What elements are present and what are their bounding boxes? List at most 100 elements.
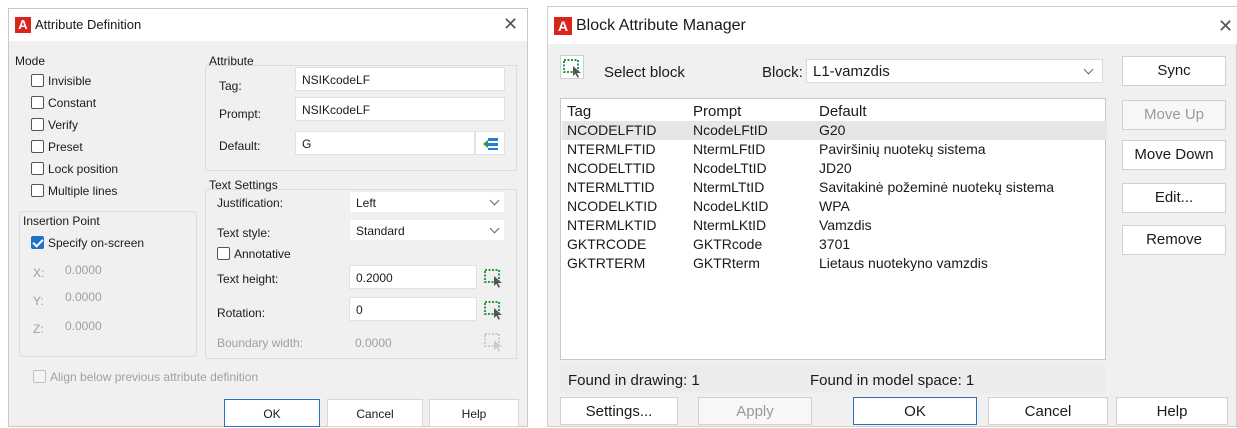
found-in-drawing-text: Found in drawing: 1 (568, 372, 700, 389)
row-default: Savitakinė požeminė nuotekų sistema (819, 179, 1055, 195)
pick-height-button[interactable] (483, 267, 505, 289)
justification-dropdown[interactable]: Left (349, 191, 505, 213)
text-style-dropdown[interactable]: Standard (349, 219, 505, 241)
row-default: Vamzdis (819, 217, 872, 233)
x-label: X: (33, 266, 45, 280)
preset-label: Preset (48, 140, 83, 154)
row-tag: NTERMLFTID (567, 141, 656, 157)
row-default: 3701 (819, 236, 851, 252)
default-input[interactable]: G (295, 131, 475, 155)
row-prompt: GKTRcode (693, 236, 763, 252)
lock-position-checkbox[interactable] (31, 162, 44, 175)
specify-on-screen-row[interactable]: Specify on-screen (31, 235, 181, 251)
text-style-label: Text style: (217, 226, 271, 240)
autocad-app-icon: A (15, 17, 31, 33)
verify-checkbox-row[interactable]: Verify (31, 117, 181, 133)
table-row[interactable]: NCODELFTID NcodeLFtID G20 (562, 121, 1107, 140)
chevron-down-icon (489, 195, 500, 206)
attribute-heading: Attribute (209, 54, 254, 68)
cancel-button[interactable]: Cancel (988, 397, 1108, 425)
align-below-checkbox[interactable] (33, 370, 46, 383)
row-tag: NCODELKTID (567, 198, 658, 214)
align-below-row[interactable]: Align below previous attribute definitio… (33, 369, 293, 385)
multiple-lines-checkbox-row[interactable]: Multiple lines (31, 183, 181, 199)
lock-position-checkbox-row[interactable]: Lock position (31, 161, 181, 177)
multiple-lines-checkbox[interactable] (31, 184, 44, 197)
table-row[interactable]: NTERMLTTID NtermLTtID Savitakinė požemin… (562, 178, 1107, 197)
help-button[interactable]: Help (429, 399, 519, 427)
text-style-value: Standard (356, 224, 405, 238)
invisible-checkbox-row[interactable]: Invisible (31, 73, 181, 89)
invisible-checkbox[interactable] (31, 74, 44, 87)
multiple-lines-label: Multiple lines (48, 184, 118, 198)
dialog-title: Block Attribute Manager (576, 17, 746, 34)
x-value: 0.0000 (65, 263, 102, 277)
row-prompt: GKTRterm (693, 255, 760, 271)
table-row[interactable]: NCODELKTID NcodeLKtID WPA (562, 197, 1107, 216)
dialog-titlebar[interactable]: A Block Attribute Manager ✕ (548, 7, 1237, 44)
close-icon[interactable]: ✕ (1218, 16, 1233, 37)
row-tag: NTERMLKTID (567, 217, 657, 233)
help-button[interactable]: Help (1116, 397, 1228, 425)
preset-checkbox-row[interactable]: Preset (31, 139, 181, 155)
row-default: Paviršinių nuotekų sistema (819, 141, 986, 157)
row-default: WPA (819, 198, 850, 214)
pick-rotation-button[interactable] (483, 299, 505, 321)
edit-button[interactable]: Edit... (1122, 183, 1226, 213)
verify-checkbox[interactable] (31, 118, 44, 131)
justification-label: Justification: (217, 196, 284, 210)
ok-button[interactable]: OK (853, 397, 977, 425)
found-in-model-space-text: Found in model space: 1 (810, 372, 975, 389)
annotative-row[interactable]: Annotative (217, 246, 337, 262)
insertion-point-group (19, 211, 197, 357)
ok-button[interactable]: OK (224, 399, 320, 427)
attribute-list[interactable]: Tag Prompt Default NCODELFTID NcodeLFtID… (560, 98, 1107, 360)
cancel-button[interactable]: Cancel (327, 399, 423, 427)
move-up-button[interactable]: Move Up (1122, 100, 1226, 130)
tag-label: Tag: (219, 79, 242, 93)
block-dropdown[interactable]: L1-vamzdis (806, 59, 1103, 83)
tag-input[interactable]: NSIKcodeLF (295, 67, 505, 91)
table-row[interactable]: GKTRTERM GKTRterm Lietaus nuotekyno vamz… (562, 254, 1107, 273)
text-height-input[interactable]: 0.2000 (349, 265, 477, 289)
select-block-button[interactable] (560, 55, 584, 79)
move-down-button[interactable]: Move Down (1122, 140, 1226, 170)
justification-value: Left (356, 196, 377, 210)
mode-group: Invisible Constant Verify Preset Lock po… (31, 73, 191, 203)
column-header-default[interactable]: Default (819, 103, 867, 120)
align-below-label: Align below previous attribute definitio… (50, 370, 259, 384)
block-label: Block: (762, 64, 803, 81)
annotative-label: Annotative (234, 247, 291, 261)
table-row[interactable]: NTERMLFTID NtermLFtID Paviršinių nuotekų… (562, 140, 1107, 159)
specify-on-screen-checkbox[interactable] (31, 236, 44, 249)
table-row[interactable]: NTERMLKTID NtermLKtID Vamzdis (562, 216, 1107, 235)
y-value: 0.0000 (65, 290, 102, 304)
invisible-label: Invisible (48, 74, 92, 88)
row-tag: NCODELTTID (567, 160, 656, 176)
table-row[interactable]: NCODELTTID NcodeLTtID JD20 (562, 159, 1107, 178)
column-header-prompt[interactable]: Prompt (693, 103, 741, 120)
table-row[interactable]: GKTRCODE GKTRcode 3701 (562, 235, 1107, 254)
insert-field-button[interactable] (475, 131, 505, 155)
pick-boundary-button[interactable] (483, 331, 505, 353)
close-icon[interactable]: ✕ (503, 14, 518, 35)
sync-button[interactable]: Sync (1122, 56, 1226, 86)
rotation-input[interactable]: 0 (349, 297, 477, 321)
prompt-input[interactable]: NSIKcodeLF (295, 97, 505, 121)
column-header-tag[interactable]: Tag (567, 103, 591, 120)
row-tag: NTERMLTTID (567, 179, 655, 195)
constant-checkbox-row[interactable]: Constant (31, 95, 181, 111)
settings-button[interactable]: Settings... (560, 397, 678, 425)
dialog-titlebar[interactable]: A Attribute Definition ✕ (9, 9, 527, 41)
pick-point-icon (484, 269, 502, 288)
constant-checkbox[interactable] (31, 96, 44, 109)
select-block-label: Select block (604, 64, 685, 81)
z-label: Z: (33, 322, 44, 336)
annotative-checkbox[interactable] (217, 247, 230, 260)
remove-button[interactable]: Remove (1122, 225, 1226, 255)
chevron-down-icon (489, 223, 500, 234)
apply-button[interactable]: Apply (698, 397, 812, 425)
preset-checkbox[interactable] (31, 140, 44, 153)
row-prompt: NcodeLTtID (693, 160, 767, 176)
chevron-down-icon (1083, 64, 1094, 75)
